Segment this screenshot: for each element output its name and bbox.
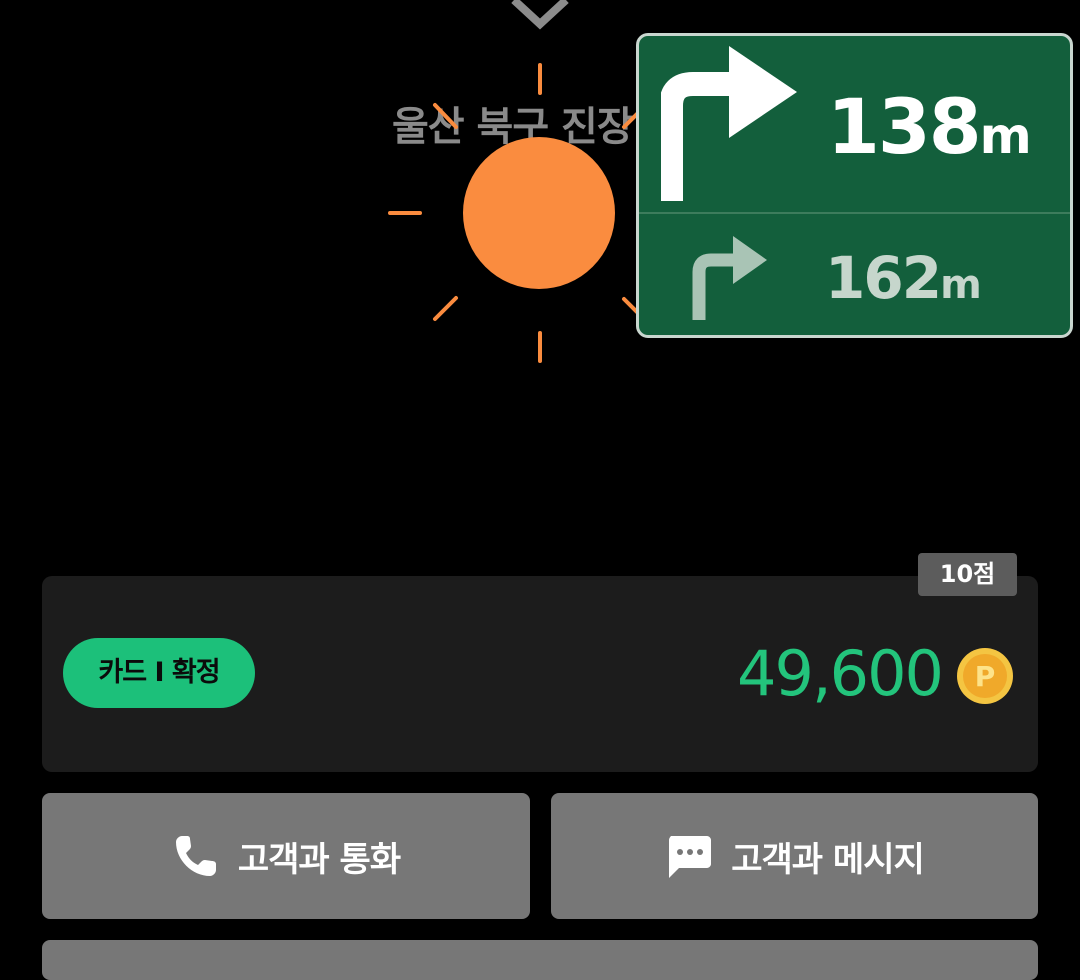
bottom-action-button[interactable] bbox=[42, 940, 1038, 980]
primary-distance: 138m bbox=[827, 82, 1032, 171]
call-customer-button[interactable]: 고객과 통화 bbox=[42, 793, 530, 919]
primary-distance-value: 138 bbox=[827, 82, 982, 171]
point-coin-letter: P bbox=[975, 660, 996, 693]
secondary-distance: 162m bbox=[825, 244, 982, 312]
secondary-distance-value: 162 bbox=[825, 244, 942, 312]
score-badge: 10점 bbox=[918, 553, 1017, 596]
turn-guidance-sign: 138m 162m bbox=[636, 33, 1073, 338]
call-button-label: 고객과 통화 bbox=[237, 839, 401, 880]
direction-chevron-icon bbox=[511, 0, 569, 30]
fare-amount: 49,600 bbox=[737, 637, 944, 710]
next-right-turn-arrow-icon bbox=[692, 236, 767, 320]
sign-divider bbox=[639, 212, 1070, 214]
primary-distance-unit: m bbox=[979, 107, 1032, 165]
message-customer-button[interactable]: 고객과 메시지 bbox=[551, 793, 1038, 919]
secondary-distance-unit: m bbox=[940, 262, 982, 308]
payment-status-badge: 카드 I 확정 bbox=[63, 638, 255, 708]
phone-icon bbox=[175, 836, 216, 876]
chat-bubble-icon bbox=[669, 836, 712, 878]
right-turn-arrow-icon bbox=[661, 46, 797, 201]
point-coin-icon: P bbox=[957, 648, 1013, 704]
message-button-label: 고객과 메시지 bbox=[731, 839, 925, 880]
